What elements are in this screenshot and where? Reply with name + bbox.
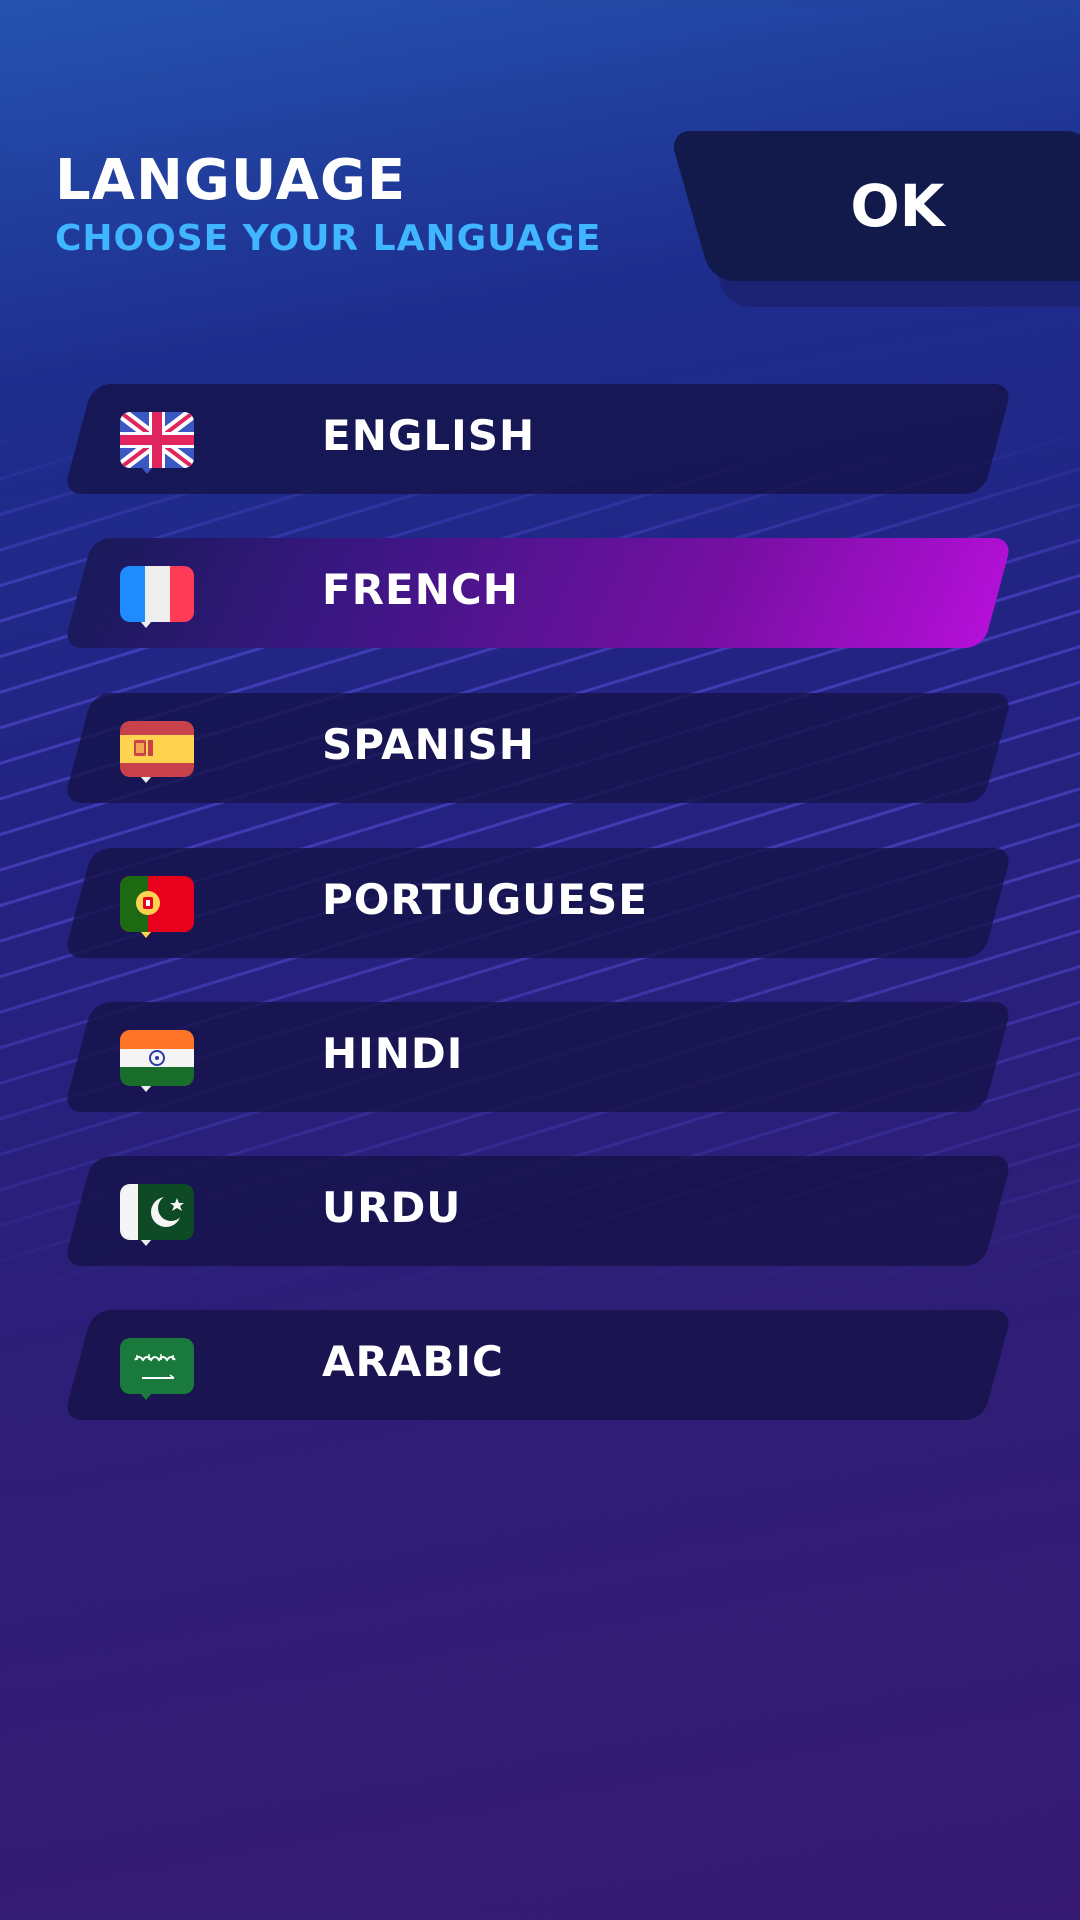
language-option-portuguese[interactable] — [63, 848, 1013, 958]
language-option-english[interactable] — [63, 384, 1013, 494]
saudi-arabia-flag-icon — [120, 1338, 194, 1400]
spain-flag-icon — [120, 721, 194, 783]
language-option-spanish[interactable] — [63, 693, 1013, 803]
france-flag-icon — [120, 566, 194, 628]
portugal-flag-icon — [120, 876, 194, 938]
language-option-arabic[interactable] — [63, 1310, 1013, 1420]
pakistan-flag-icon — [120, 1184, 194, 1246]
language-option-hindi[interactable] — [63, 1002, 1013, 1112]
india-flag-icon — [120, 1030, 194, 1092]
uk-flag-icon — [120, 412, 194, 474]
language-option-urdu[interactable] — [63, 1156, 1013, 1266]
language-list: ENGLISH FRENCH SPANISH PORTUGUESE HINDI … — [0, 0, 1080, 1920]
language-option-french[interactable] — [63, 538, 1013, 648]
